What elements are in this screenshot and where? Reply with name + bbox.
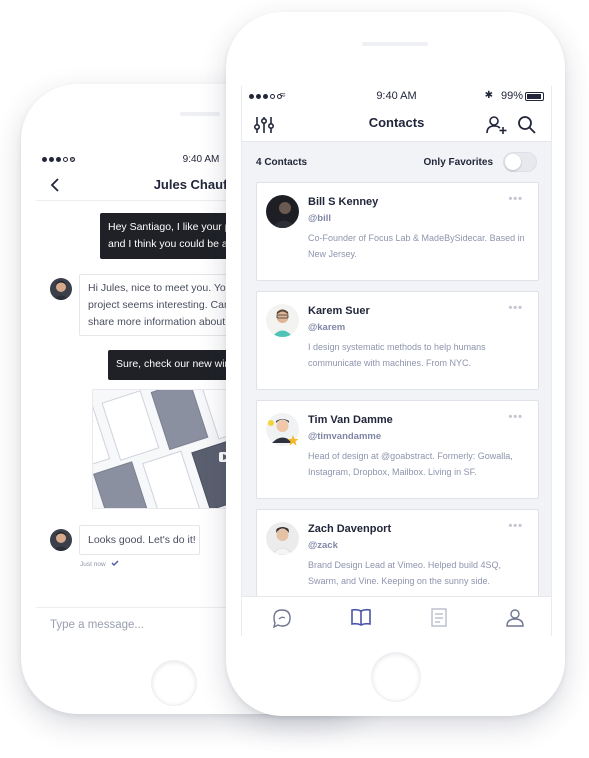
more-icon[interactable]: ••• (508, 193, 523, 205)
contact-name: Zach Davenport (308, 523, 392, 535)
contact-handle[interactable]: @bill (308, 213, 331, 224)
status-bar: ≈ 9:40 AM ✱ 99% (242, 86, 551, 108)
avatar[interactable] (266, 522, 299, 555)
contact-card[interactable]: Bill S Kenney @bill Co-Founder of Focus … (256, 182, 539, 281)
message-bubble-received: Looks good. Let's do it! (79, 525, 200, 555)
message-input[interactable]: Type a message... (50, 619, 144, 631)
check-icon (111, 560, 119, 566)
contact-name: Karem Suer (308, 305, 370, 317)
notes-tab-icon[interactable] (428, 606, 450, 628)
chat-tab-icon[interactable] (271, 606, 293, 628)
contacts-count: 4 Contacts (256, 157, 308, 168)
contacts-screen: ≈ 9:40 AM ✱ 99% Contacts 4 Contacts Only… (241, 86, 552, 636)
avatar[interactable] (266, 413, 299, 446)
contact-handle[interactable]: @timvandamme (308, 431, 381, 442)
contacts-tab-icon[interactable] (350, 606, 372, 628)
contact-bio: I design systematic methods to help huma… (308, 342, 486, 368)
battery-icon (525, 92, 544, 101)
more-icon[interactable]: ••• (508, 302, 523, 314)
add-contact-icon[interactable] (484, 113, 508, 137)
contact-bio: Co-Founder of Focus Lab & MadeBySidecar.… (308, 233, 525, 259)
profile-tab-icon[interactable] (504, 606, 526, 628)
contact-name: Bill S Kenney (308, 196, 379, 208)
nav-bar: Contacts (242, 108, 551, 142)
contact-name: Tim Van Damme (308, 414, 393, 426)
contact-card[interactable]: Zach Davenport @zack Brand Design Lead a… (256, 509, 539, 608)
favorites-label: Only Favorites (423, 157, 493, 168)
avatar[interactable] (50, 278, 72, 300)
tab-bar (242, 596, 551, 636)
contact-card[interactable]: Karem Suer @karem I design systematic me… (256, 291, 539, 390)
home-button[interactable] (152, 661, 196, 705)
more-icon[interactable]: ••• (508, 411, 523, 423)
favorites-toggle[interactable] (503, 152, 537, 172)
contact-handle[interactable]: @karem (308, 322, 345, 333)
toggle-knob (505, 154, 521, 170)
search-icon[interactable] (515, 113, 539, 137)
contact-bio: Head of design at @goabstract. Formerly:… (308, 451, 513, 477)
message-text: Looks good. Let's do it! (88, 534, 196, 546)
contact-bio: Brand Design Lead at Vimeo. Helped build… (308, 560, 501, 586)
home-button[interactable] (372, 653, 420, 701)
message-timestamp: Just now (80, 561, 106, 568)
avatar[interactable] (50, 529, 72, 551)
avatar[interactable] (266, 195, 299, 228)
list-header: 4 Contacts Only Favorites (242, 142, 551, 182)
contact-handle[interactable]: @zack (308, 540, 338, 551)
bluetooth-icon: ✱ (484, 90, 493, 101)
contact-card[interactable]: Tim Van Damme @timvandamme Head of desig… (256, 400, 539, 499)
battery-level: 99% (500, 90, 523, 102)
more-icon[interactable]: ••• (508, 520, 523, 532)
speaker (362, 42, 428, 46)
avatar[interactable] (266, 304, 299, 337)
speaker (180, 112, 220, 116)
